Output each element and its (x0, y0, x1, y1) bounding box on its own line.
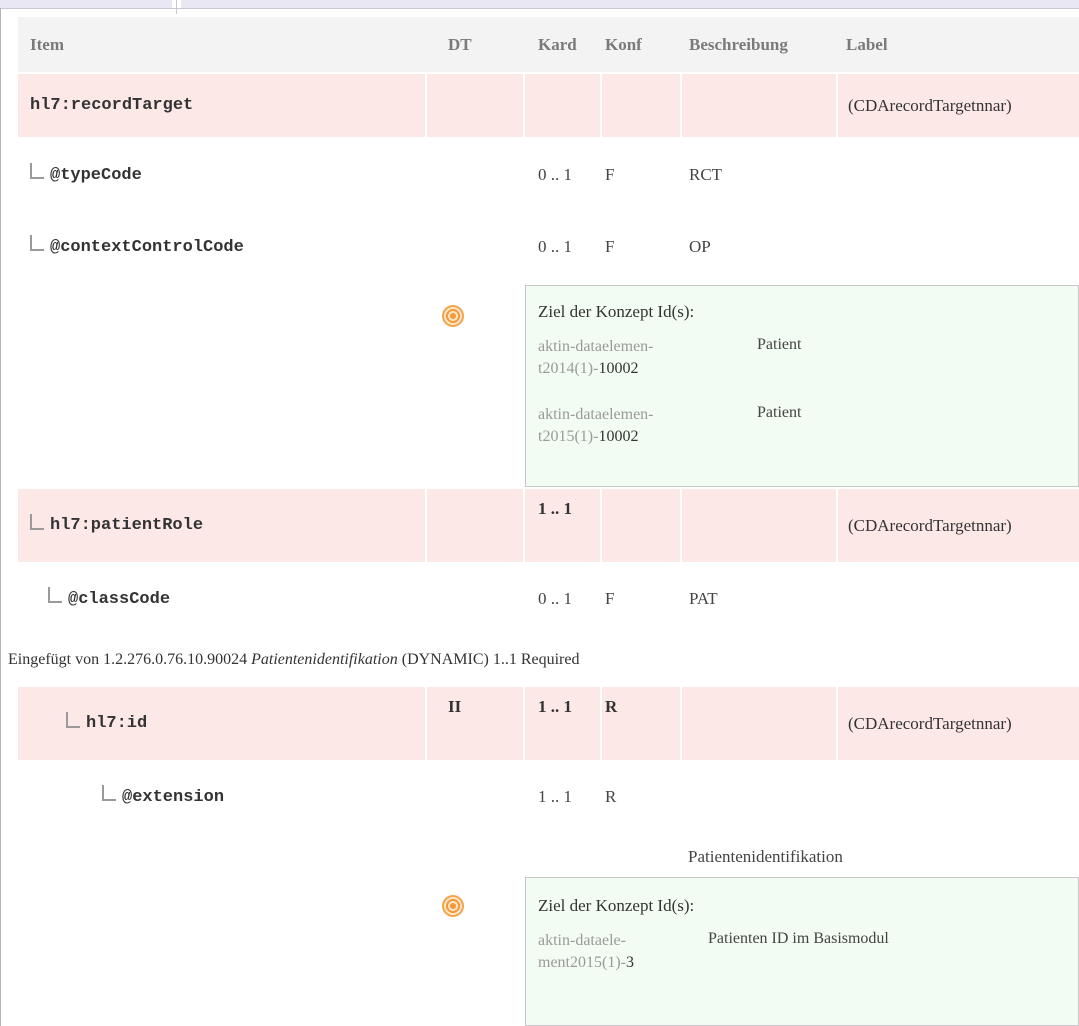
tab-active[interactable] (0, 0, 172, 8)
concept-name: Patient (757, 336, 802, 353)
concept-box-1: Ziel der Konzept Id(s): aktin-dataelemen… (525, 285, 1079, 487)
table-row-patientRole: hl7:patientRole 1 .. 1 (CDArecordTargetn… (18, 489, 1079, 562)
col-dt: DT (448, 34, 472, 54)
table-row-typeCode: @typeCode 0 .. 1 F RCT (18, 139, 1079, 211)
item-classCode[interactable]: @classCode (48, 563, 170, 635)
item-extension[interactable]: @extension (102, 761, 224, 833)
konf-typeCode: F (605, 165, 615, 184)
label-recordTarget: (CDArecordTargetnnar) (848, 95, 1012, 115)
concept-box-2: Ziel der Konzept Id(s): aktin-dataele-me… (525, 877, 1079, 1026)
target-icon (442, 305, 464, 327)
konf-classCode: F (605, 589, 615, 608)
col-kard: Kard (538, 34, 577, 54)
label-patientRole: (CDArecordTargetnnar) (848, 515, 1012, 535)
table-row-extension: @extension 1 .. 1 R (18, 761, 1079, 833)
item-patientRole[interactable]: hl7:patientRole (30, 489, 203, 562)
table-row-id: hl7:id II 1 .. 1 R (CDArecordTargetnnar) (18, 687, 1079, 760)
tree-elbow-icon (48, 587, 62, 603)
konf-contextControlCode: F (605, 237, 615, 256)
table-header: Item DT Kard Konf Beschreibung Label (18, 17, 1079, 72)
target-icon (442, 895, 464, 917)
tree-elbow-icon (102, 785, 116, 801)
konf-extension: R (605, 787, 617, 806)
item-recordTarget[interactable]: hl7:recordTarget (30, 74, 193, 137)
col-item: Item (30, 34, 64, 54)
left-border (0, 8, 1, 1026)
beschreibung-classCode: PAT (689, 589, 718, 608)
col-beschreibung: Beschreibung (689, 34, 788, 54)
table-row-recordTarget: hl7:recordTarget (CDArecordTargetnnar) (18, 74, 1079, 137)
dt-id: II (448, 697, 462, 716)
kard-extension: 1 .. 1 (538, 787, 572, 806)
item-typeCode[interactable]: @typeCode (30, 139, 142, 211)
tab-strip (181, 0, 1079, 8)
tree-elbow-icon (30, 163, 44, 179)
concept-heading: Ziel der Konzept Id(s): (538, 896, 695, 915)
concept-id[interactable]: aktin-dataelemen-t2015(1)-10002 (538, 404, 654, 448)
concept-label: Patientenidentifikation (688, 847, 843, 866)
col-konf: Konf (605, 34, 642, 54)
concept-id[interactable]: aktin-dataele-ment2015(1)-3 (538, 930, 634, 974)
tree-elbow-icon (30, 235, 44, 251)
kard-typeCode: 0 .. 1 (538, 165, 572, 184)
table-row-contextControlCode: @contextControlCode 0 .. 1 F OP (18, 211, 1079, 283)
beschreibung-typeCode: RCT (689, 165, 723, 184)
col-label: Label (846, 34, 888, 54)
concept-name: Patienten ID im Basismodul (708, 930, 889, 947)
concept-name: Patient (757, 404, 802, 421)
item-contextControlCode[interactable]: @contextControlCode (30, 211, 244, 283)
tab-underline (0, 8, 1079, 9)
kard-contextControlCode: 0 .. 1 (538, 237, 572, 256)
kard-patientRole: 1 .. 1 (538, 499, 572, 518)
konf-id: R (605, 697, 618, 716)
beschreibung-contextControlCode: OP (689, 237, 711, 256)
label-id: (CDArecordTargetnnar) (848, 713, 1012, 733)
tree-elbow-icon (66, 711, 80, 728)
top-tab-bar (0, 0, 1079, 14)
inserted-from-note: Eingefügt von 1.2.276.0.76.10.90024 Pati… (8, 651, 580, 668)
template-table: Item DT Kard Konf Beschreibung Label hl7… (8, 17, 1079, 1026)
inserted-template-link[interactable]: Patientenidentifikation (251, 651, 398, 668)
tree-elbow-icon (30, 513, 44, 530)
tab-separator (176, 0, 177, 14)
concept-heading: Ziel der Konzept Id(s): (538, 302, 695, 321)
table-row-classCode: @classCode 0 .. 1 F PAT (18, 563, 1079, 635)
kard-classCode: 0 .. 1 (538, 589, 572, 608)
kard-id: 1 .. 1 (538, 697, 572, 716)
item-id[interactable]: hl7:id (66, 687, 147, 760)
concept-id[interactable]: aktin-dataelemen-t2014(1)-10002 (538, 336, 654, 380)
